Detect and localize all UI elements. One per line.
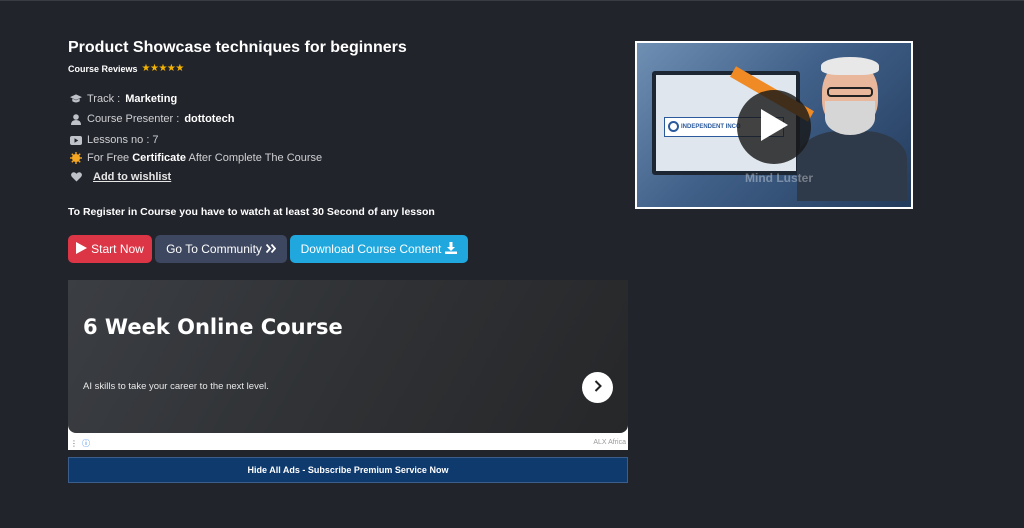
go-to-community-button[interactable]: Go To Community (155, 235, 287, 263)
user-icon (70, 113, 82, 125)
course-reviews: Course Reviews ★★★★★ (68, 63, 184, 74)
certificate-prefix: For Free (87, 152, 133, 164)
track-value: Marketing (125, 93, 178, 105)
top-divider (0, 0, 1024, 1)
video-play-button[interactable] (737, 90, 811, 164)
rating-stars: ★★★★★ (141, 63, 185, 74)
course-video-thumbnail[interactable]: INDEPENDENT INCO Mind Luster (635, 41, 913, 209)
course-title: Product Showcase techniques for beginner… (68, 39, 407, 56)
add-to-wishlist-link[interactable]: Add to wishlist (93, 171, 171, 183)
ad-subtext: AI skills to take your career to the nex… (83, 381, 269, 392)
ad-info-icon[interactable]: ⓘ (82, 438, 90, 449)
heart-icon[interactable] (70, 172, 82, 182)
certificate-row: For Free Certificate After Complete The … (70, 152, 322, 164)
presenter-row: Course Presenter : dottotech (70, 113, 234, 125)
ad-choices[interactable]: ⋮ ⓘ (70, 438, 90, 449)
certificate-suffix: After Complete The Course (186, 152, 323, 164)
ad-banner[interactable]: 6 Week Online Course AI skills to take y… (68, 280, 628, 450)
start-now-label: Start Now (91, 242, 144, 256)
hide-all-ads-bar[interactable]: Hide All Ads - Subscribe Premium Service… (68, 457, 628, 483)
ad-menu-icon[interactable]: ⋮ (70, 439, 78, 448)
youtube-icon (70, 135, 82, 145)
track-row: Track : Marketing (70, 93, 177, 105)
download-label: Download Course Content (300, 242, 442, 256)
ad-headline: 6 Week Online Course (83, 315, 343, 339)
lessons-row: Lessons no : 7 (70, 134, 159, 146)
wishlist-row: Add to wishlist (70, 171, 171, 183)
certificate-label: Certificate (132, 152, 187, 164)
download-course-content-button[interactable]: Download Course Content (290, 235, 468, 263)
ad-brand[interactable]: ALX Africa (593, 439, 626, 446)
go-to-community-label: Go To Community (166, 242, 262, 256)
play-icon (76, 241, 88, 257)
track-label: Track : (87, 93, 121, 105)
play-icon (759, 108, 789, 147)
download-icon (445, 241, 458, 257)
double-chevron-right-icon (265, 242, 277, 256)
lessons-count: Lessons no : 7 (87, 134, 159, 146)
ad-card[interactable]: 6 Week Online Course AI skills to take y… (68, 280, 628, 433)
presenter-value: dottotech (184, 113, 235, 125)
reviews-label: Course Reviews (68, 63, 138, 74)
video-watermark: Mind Luster (745, 171, 813, 185)
presenter-label: Course Presenter : (87, 113, 180, 125)
start-now-button[interactable]: Start Now (68, 235, 152, 263)
register-note: To Register in Course you have to watch … (68, 206, 435, 218)
graduation-cap-icon (70, 94, 82, 104)
chevron-right-icon (594, 379, 602, 397)
ad-next-button[interactable] (582, 372, 613, 403)
badge-icon (70, 152, 82, 164)
video-presenter-image (797, 53, 907, 201)
